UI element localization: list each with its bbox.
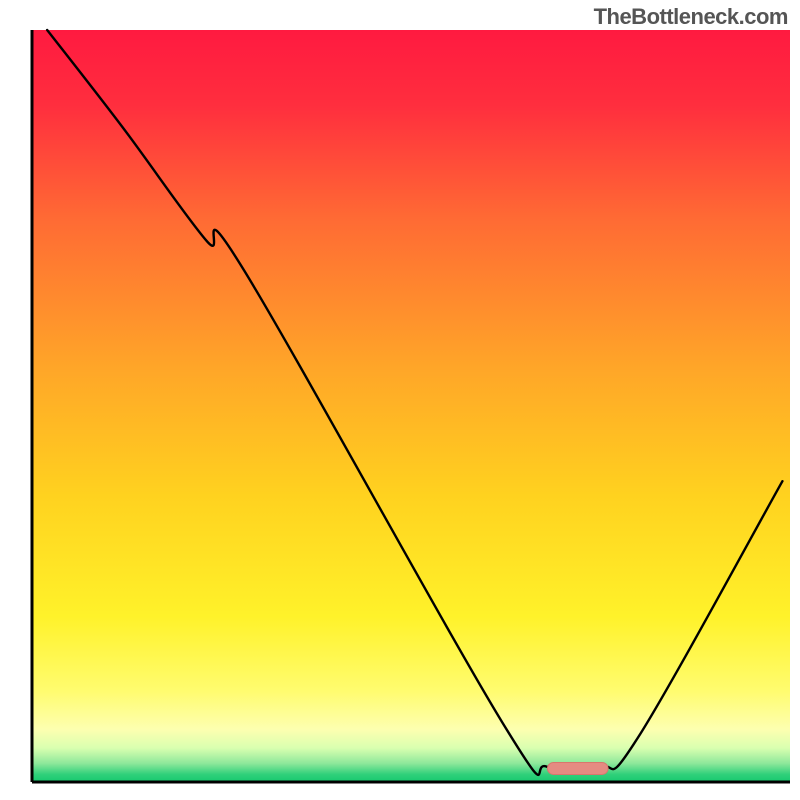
bottleneck-chart bbox=[0, 0, 800, 800]
optimum-marker bbox=[547, 762, 608, 774]
plot-area bbox=[32, 30, 790, 782]
watermark-text: TheBottleneck.com bbox=[594, 4, 788, 30]
gradient-background bbox=[32, 30, 790, 782]
